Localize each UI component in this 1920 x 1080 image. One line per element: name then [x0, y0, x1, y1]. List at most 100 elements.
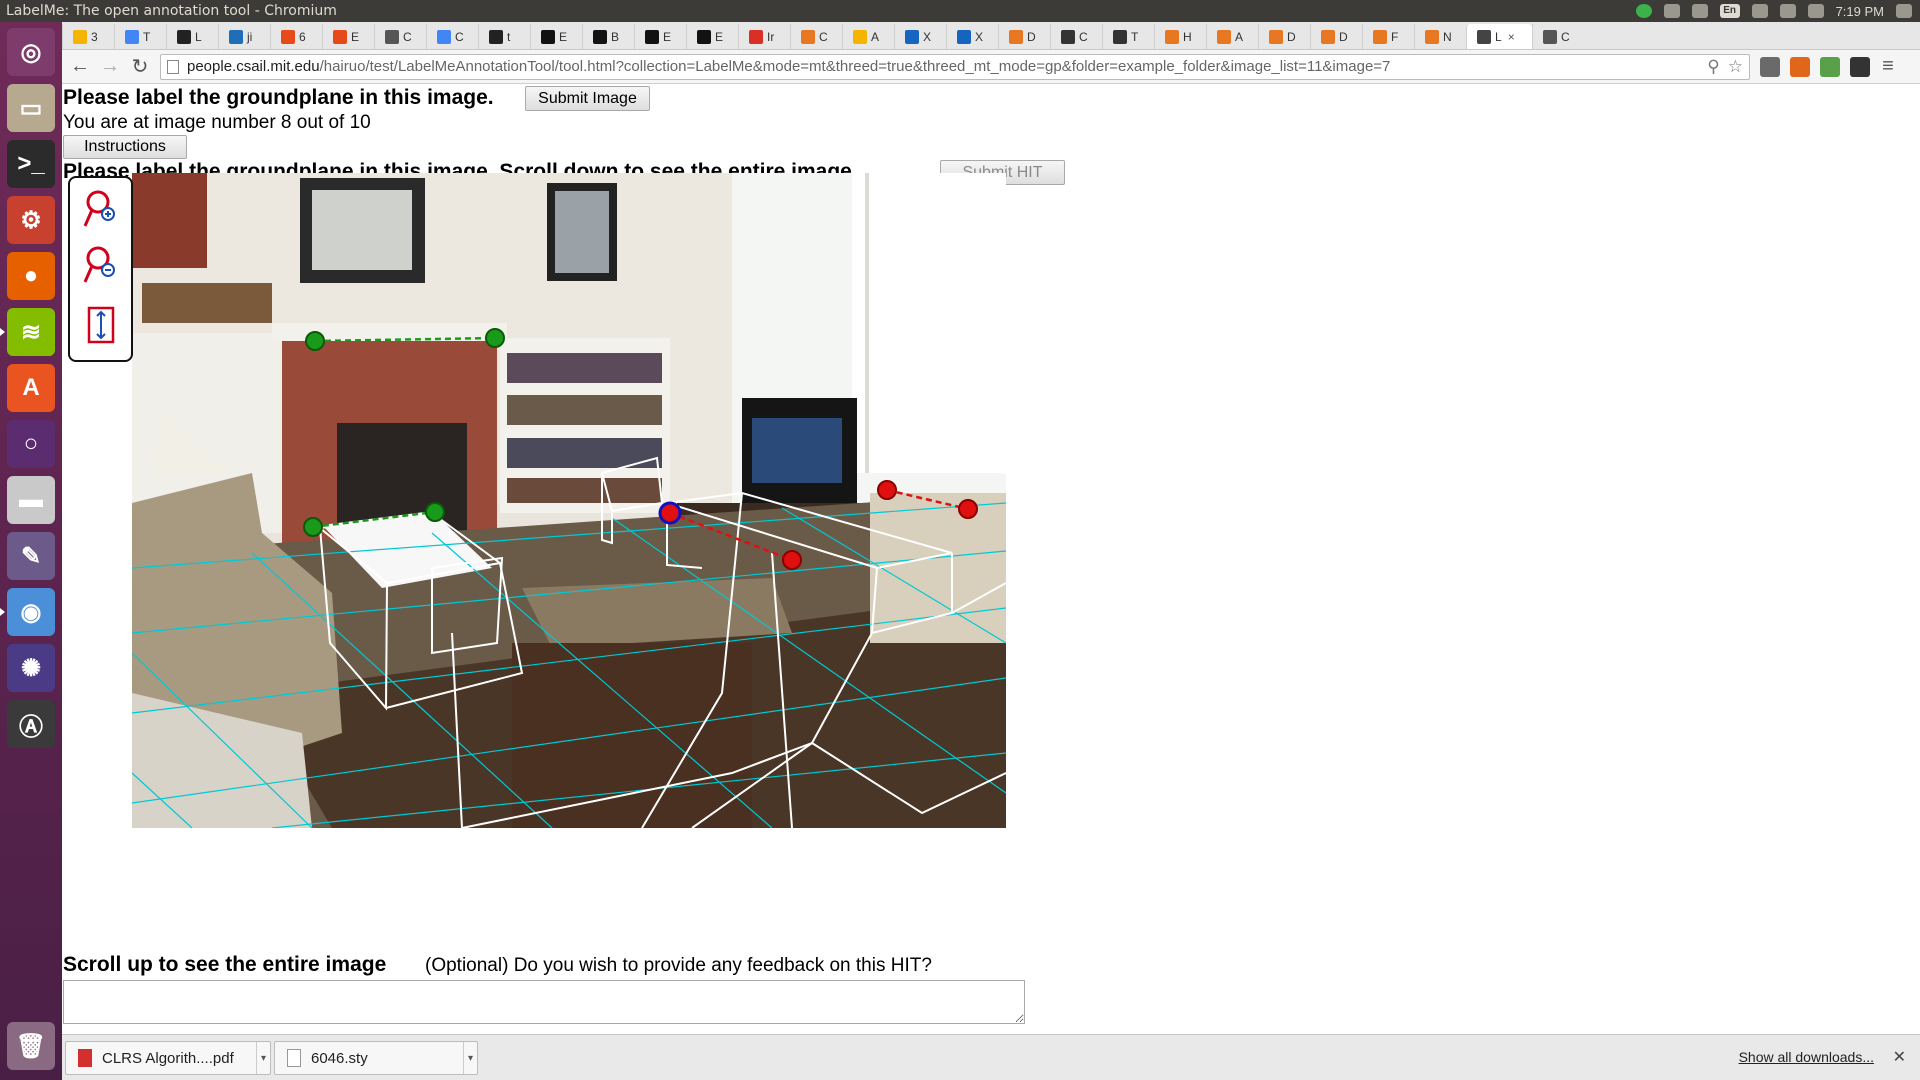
app-icon-swirl[interactable]: ✺ — [7, 644, 55, 692]
extension-icon-k[interactable] — [1790, 56, 1810, 77]
browser-tab[interactable]: 6 — [270, 24, 322, 49]
battery-icon[interactable] — [1779, 4, 1796, 18]
browser-tab[interactable]: A — [842, 24, 894, 49]
tab-label: E — [559, 30, 568, 44]
texmaker-icon[interactable]: ✎ — [7, 532, 55, 580]
tab-label: X — [923, 30, 932, 44]
bluetooth-icon[interactable] — [1751, 4, 1768, 18]
zoom-out-icon[interactable] — [82, 244, 120, 288]
tab-favicon-icon — [73, 30, 87, 44]
browser-tab[interactable]: N — [1414, 24, 1466, 49]
keyboard-layout-indicator[interactable]: En — [1719, 4, 1740, 18]
volume-icon[interactable] — [1807, 4, 1824, 18]
tab-label: E — [715, 30, 724, 44]
browser-tab[interactable]: C — [1050, 24, 1102, 49]
tab-favicon-icon — [1269, 30, 1283, 44]
reload-icon[interactable]: ↻ — [128, 55, 152, 79]
terminal-icon[interactable]: >_ — [7, 140, 55, 188]
browser-tab[interactable]: Ir — [738, 24, 790, 49]
tab-favicon-icon — [801, 30, 815, 44]
submit-image-button[interactable]: Submit Image — [525, 86, 650, 111]
back-arrow-icon[interactable]: ← — [68, 55, 92, 79]
zoom-lens-icon[interactable]: ⚲ — [1707, 57, 1719, 77]
browser-tab[interactable]: B — [582, 24, 634, 49]
settings-gear-icon[interactable] — [1896, 4, 1912, 18]
tab-label: 3 — [91, 30, 98, 44]
browser-tab[interactable]: D — [998, 24, 1050, 49]
pdf-file-icon — [78, 1049, 92, 1067]
browser-tab[interactable]: L × — [1466, 24, 1532, 49]
extension-icon-1[interactable] — [1760, 56, 1780, 77]
browser-tab[interactable]: L — [166, 24, 218, 49]
pocket-icon[interactable] — [1850, 56, 1870, 77]
annotation-canvas[interactable] — [132, 173, 1006, 828]
drive-icon[interactable]: ▬ — [7, 476, 55, 524]
browser-tab[interactable]: ji — [218, 24, 270, 49]
files-icon[interactable]: ▭ — [7, 84, 55, 132]
menu-icon[interactable]: ≡ — [1876, 55, 1900, 79]
browser-tab[interactable]: X — [946, 24, 998, 49]
tab-favicon-icon — [1113, 30, 1127, 44]
download-item[interactable]: 6046.sty ▾ — [274, 1041, 478, 1075]
extension-icon-3[interactable] — [1820, 56, 1840, 77]
tab-label: L — [1495, 30, 1502, 44]
clock[interactable]: 7:19 PM — [1836, 4, 1884, 19]
instructions-button[interactable]: Instructions — [63, 135, 187, 159]
room-photo — [132, 173, 1006, 828]
browser-tab[interactable]: H — [1154, 24, 1206, 49]
browser-tab[interactable]: 3 — [62, 24, 114, 49]
browser-tab[interactable]: C — [1532, 24, 1584, 49]
update-manager-icon[interactable]: Ⓐ — [7, 700, 55, 748]
download-item-name: 6046.sty — [311, 1049, 368, 1067]
spotify-tray-icon[interactable] — [1635, 4, 1652, 18]
browser-tab[interactable]: D — [1310, 24, 1362, 49]
show-all-downloads-link[interactable]: Show all downloads... — [1739, 1049, 1874, 1065]
url-path: /hairuo/test/LabelMeAnnotationTool/tool.… — [319, 58, 1391, 75]
browser-tab[interactable]: A — [1206, 24, 1258, 49]
tab-close-icon[interactable]: × — [1508, 30, 1515, 44]
tab-favicon-icon — [1009, 30, 1023, 44]
tab-favicon-icon — [229, 30, 243, 44]
download-item[interactable]: CLRS Algorith....pdf ▾ — [65, 1041, 271, 1075]
system-settings-icon[interactable]: ⚙ — [7, 196, 55, 244]
chevron-down-icon[interactable]: ▾ — [463, 1042, 477, 1074]
forward-arrow-icon[interactable]: → — [98, 55, 122, 79]
browser-tab[interactable]: T — [1102, 24, 1154, 49]
browser-tab[interactable]: C — [374, 24, 426, 49]
spotify-icon[interactable]: ≋ — [0, 308, 55, 356]
wifi-icon[interactable] — [1691, 4, 1708, 18]
browser-tab[interactable]: t — [478, 24, 530, 49]
tab-favicon-icon — [1477, 30, 1491, 44]
browser-tab[interactable]: C — [790, 24, 842, 49]
feedback-textarea[interactable] — [63, 980, 1025, 1024]
download-item-name: CLRS Algorith....pdf — [102, 1049, 234, 1067]
chromium-icon[interactable]: ◉ — [0, 588, 55, 636]
tab-label: 6 — [299, 30, 306, 44]
browser-tab[interactable]: E — [530, 24, 582, 49]
zoom-in-icon[interactable] — [82, 188, 120, 232]
fit-image-icon[interactable] — [82, 304, 120, 348]
tab-favicon-icon — [437, 30, 451, 44]
tab-label: B — [611, 30, 620, 44]
tab-favicon-icon — [385, 30, 399, 44]
browser-tab[interactable]: X — [894, 24, 946, 49]
ubuntu-dash-icon[interactable]: ◎ — [7, 28, 55, 76]
firefox-icon[interactable]: ● — [7, 252, 55, 300]
app-icon-ring[interactable]: ○ — [7, 420, 55, 468]
browser-tab[interactable]: E — [322, 24, 374, 49]
tab-favicon-icon — [957, 30, 971, 44]
browser-tab[interactable]: E — [686, 24, 738, 49]
close-icon[interactable]: ✕ — [1893, 1047, 1906, 1067]
address-bar[interactable]: people.csail.mit.edu/hairuo/test/LabelMe… — [160, 53, 1750, 80]
trash-icon[interactable]: 🗑 — [7, 1022, 55, 1070]
browser-tab[interactable]: C — [426, 24, 478, 49]
file-icon — [287, 1049, 301, 1067]
browser-tab[interactable]: E — [634, 24, 686, 49]
browser-tab[interactable]: T — [114, 24, 166, 49]
software-center-icon[interactable]: A — [7, 364, 55, 412]
browser-tab[interactable]: F — [1362, 24, 1414, 49]
sync-tray-icon[interactable] — [1663, 4, 1680, 18]
browser-tab[interactable]: D — [1258, 24, 1310, 49]
chevron-down-icon[interactable]: ▾ — [256, 1042, 270, 1074]
bookmark-star-icon[interactable]: ☆ — [1728, 57, 1743, 77]
